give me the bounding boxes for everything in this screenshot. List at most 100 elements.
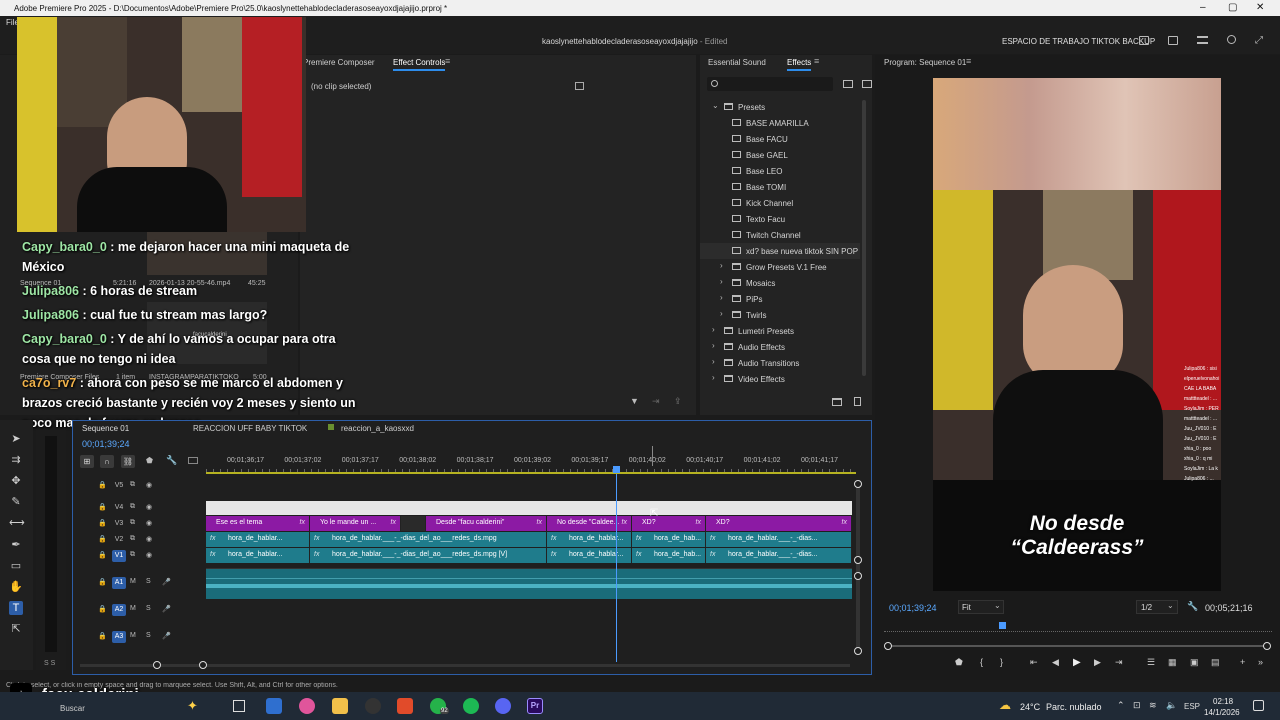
generative-extend-tool-icon[interactable]: ⇱ xyxy=(9,622,23,636)
effects-tree-item[interactable]: ⌄ Presets xyxy=(700,99,860,115)
chevron-right-icon[interactable]: › xyxy=(712,373,715,382)
workspace-menu-icon[interactable] xyxy=(1139,36,1149,45)
effects-tree-item[interactable]: › Grow Presets V.1 Free xyxy=(700,259,860,275)
tray-time[interactable]: 02:18 xyxy=(1213,697,1233,706)
panel-layout-icon[interactable] xyxy=(575,82,584,90)
effects-tree-item[interactable]: BASE AMARILLA xyxy=(700,115,860,131)
hscroll-handle-right[interactable] xyxy=(199,661,207,669)
vscroll-handle-bottom[interactable] xyxy=(854,647,862,655)
chevron-right-icon[interactable]: › xyxy=(720,261,723,270)
track-select-tool-icon[interactable]: ⇉ xyxy=(9,453,23,467)
eye-icon[interactable]: ◉ xyxy=(146,481,152,489)
sync-lock-icon[interactable]: ⧉ xyxy=(130,535,135,543)
app-pink-icon[interactable] xyxy=(299,698,315,714)
captions-icon[interactable] xyxy=(188,457,198,464)
timeline-playhead-head[interactable] xyxy=(613,466,620,473)
hscroll-handle-left[interactable] xyxy=(153,661,161,669)
effects-tree-item[interactable]: Texto Facu xyxy=(700,211,860,227)
tab-effects[interactable]: Effects xyxy=(787,58,812,71)
chevron-right-icon[interactable]: › xyxy=(720,309,723,318)
vscroll-handle-top[interactable] xyxy=(854,480,862,488)
timeline-playhead-line[interactable] xyxy=(616,474,617,662)
effects-tree-item[interactable]: › Audio Effects xyxy=(700,339,860,355)
mute-button[interactable]: M xyxy=(130,605,136,612)
track-target-a2[interactable]: A2 xyxy=(112,604,126,616)
taskbar-search-input[interactable]: Buscar xyxy=(60,704,85,713)
lock-icon[interactable]: 🔒 xyxy=(98,605,107,613)
track-target-a1[interactable]: A1 xyxy=(112,577,126,589)
lock-icon[interactable]: 🔒 xyxy=(98,632,107,640)
brave-icon[interactable] xyxy=(397,698,413,714)
minimize-button[interactable]: – xyxy=(1200,2,1206,13)
task-view-icon[interactable] xyxy=(233,700,245,712)
go-to-out-icon[interactable]: ⇥ xyxy=(1115,657,1123,668)
search-icon[interactable] xyxy=(1227,35,1236,44)
v3-clip[interactable]: XD? fx xyxy=(706,516,852,531)
tray-wifi-icon[interactable]: ≋ xyxy=(1149,700,1157,711)
button-editor-icon[interactable]: + xyxy=(1240,657,1245,667)
sync-lock-icon[interactable]: ⧉ xyxy=(130,551,135,559)
v1-clip[interactable]: hora_de_hab... fx xyxy=(632,548,706,563)
vscroll-handle-a[interactable] xyxy=(854,572,862,580)
chevron-down-icon[interactable]: ⌄ xyxy=(712,101,719,110)
tab-essential-sound[interactable]: Essential Sound xyxy=(708,58,766,67)
track-target-a3[interactable]: A3 xyxy=(112,631,126,643)
program-zoom-bar[interactable] xyxy=(887,645,1268,647)
eye-icon[interactable]: ◉ xyxy=(146,503,152,511)
mute-button[interactable]: M xyxy=(130,578,136,585)
effects-tree-item[interactable]: Kick Channel xyxy=(700,195,860,211)
slip-tool-icon[interactable]: ⟷ xyxy=(9,516,25,530)
weather-icon[interactable]: ☁ xyxy=(999,698,1015,712)
track-target-v1[interactable]: V1 xyxy=(112,550,126,562)
v2-clip[interactable]: hora_de_hablar.___-_-dias... fx xyxy=(706,532,852,547)
microphone-icon[interactable]: 🎤 xyxy=(162,605,171,613)
lock-icon[interactable]: 🔒 xyxy=(98,503,107,511)
premiere-taskbar-icon[interactable]: Pr xyxy=(527,698,543,714)
effects-tree-item[interactable]: › Audio Transitions xyxy=(700,355,860,371)
lock-icon[interactable]: 🔒 xyxy=(98,578,107,586)
sync-lock-icon[interactable]: ⧉ xyxy=(130,481,135,489)
tray-network-icon[interactable]: ⊡ xyxy=(1133,700,1141,711)
nest-icon[interactable]: ⊞ xyxy=(80,455,94,468)
chevron-right-icon[interactable]: › xyxy=(720,293,723,302)
mute-button[interactable]: M xyxy=(130,632,136,639)
v3-clip[interactable]: No desde "Caldee... fx xyxy=(547,516,632,531)
lock-icon[interactable]: 🔒 xyxy=(98,535,107,543)
delete-icon[interactable] xyxy=(854,397,861,406)
effects-tree-item[interactable]: › Twirls xyxy=(700,307,860,323)
weather-desc[interactable]: Parc. nublado xyxy=(1046,702,1102,712)
track-target-v4[interactable]: V4 xyxy=(112,502,126,514)
a1-audio-clip[interactable] xyxy=(206,569,852,599)
tab-premiere-composer[interactable]: Premiere Composer xyxy=(303,58,375,67)
vscroll-handle-mid[interactable] xyxy=(854,556,862,564)
effects-tree-item[interactable]: › PiPs xyxy=(700,291,860,307)
effects-tree-item[interactable]: Base GAEL xyxy=(700,147,860,163)
v1-clip[interactable]: hora_de_hablar... fx xyxy=(206,548,310,563)
microphone-icon[interactable]: 🎤 xyxy=(162,632,171,640)
panel-menu-icon[interactable]: ≡ xyxy=(445,56,450,66)
microphone-icon[interactable]: 🎤 xyxy=(162,578,171,586)
spotify-icon[interactable] xyxy=(463,698,479,714)
pen-tool-icon[interactable]: ✒ xyxy=(9,538,23,552)
file-explorer-icon[interactable] xyxy=(332,698,348,714)
effects-tree-item[interactable]: Base FACU xyxy=(700,131,860,147)
snap-icon[interactable]: ∩ xyxy=(100,455,114,468)
navigate-icon[interactable]: ⇥ xyxy=(652,396,660,407)
tray-chevron-icon[interactable]: ⌃ xyxy=(1117,700,1125,711)
export-icon[interactable]: ⇪ xyxy=(674,396,682,407)
store-icon[interactable] xyxy=(266,698,282,714)
v3-clip[interactable]: Desde "facu calderini" fx xyxy=(426,516,547,531)
v1-clip[interactable]: hora_de_hablar... fx xyxy=(547,548,632,563)
eye-icon[interactable]: ◉ xyxy=(146,551,152,559)
hand-tool-icon[interactable]: ✋ xyxy=(9,580,23,594)
tray-date[interactable]: 14/1/2026 xyxy=(1204,708,1240,717)
step-forward-icon[interactable]: ▶ xyxy=(1094,657,1101,668)
lift-icon[interactable]: ☰ xyxy=(1147,657,1155,668)
workspace-name[interactable]: ESPACIO DE TRABAJO TIKTOK BACKUP xyxy=(1002,37,1155,46)
comparison-view-icon[interactable]: ▤ xyxy=(1211,657,1220,668)
mark-in-icon[interactable]: { xyxy=(980,657,983,667)
effects-tree-item[interactable]: › Mosaics xyxy=(700,275,860,291)
effects-tree-item[interactable]: xd? base nueva tiktok SIN POP xyxy=(700,243,860,259)
v1-clip[interactable]: hora_de_hablar.___-_-dias... fx xyxy=(706,548,852,563)
eye-icon[interactable]: ◉ xyxy=(146,535,152,543)
